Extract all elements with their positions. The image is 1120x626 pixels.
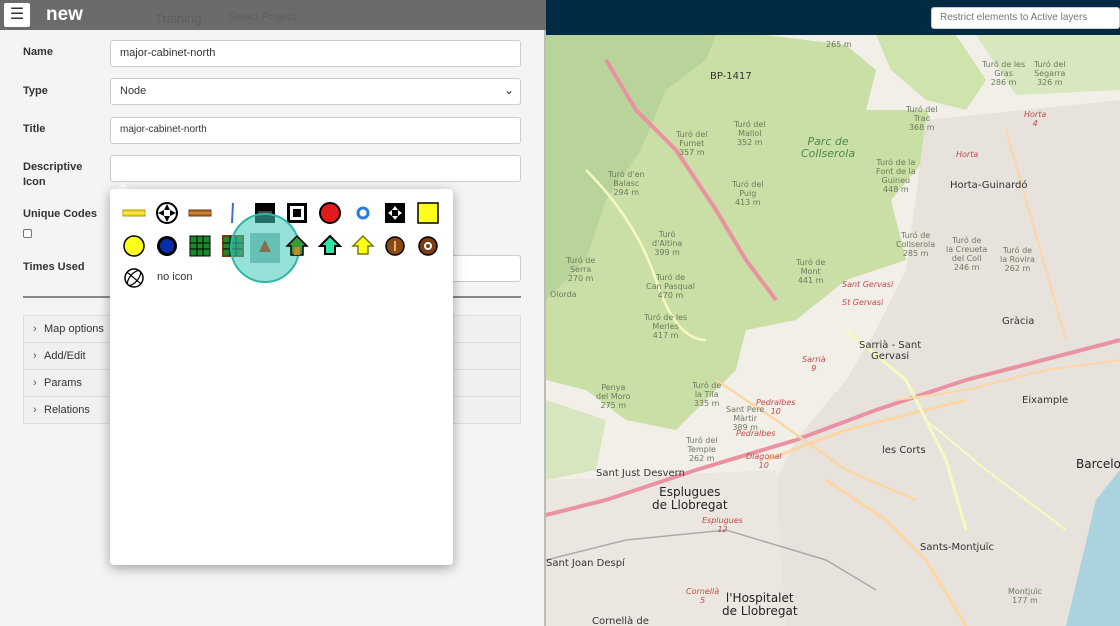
map-label: Turó del Trac 368 m xyxy=(906,105,938,132)
map-label: Cornellà de xyxy=(592,616,649,626)
name-field[interactable]: major-cabinet-north xyxy=(110,40,521,67)
map-label: Sant Joan Despí xyxy=(546,558,625,569)
blue-circle-icon[interactable] xyxy=(155,234,179,258)
panel-title: new xyxy=(46,4,83,25)
map-label: Horta 4 xyxy=(1024,110,1047,128)
map-label: Turó de la Creueta del Coll 246 m xyxy=(946,236,988,272)
map-label: Turó del Temple 262 m xyxy=(686,436,718,463)
map-label: l'Hospitalet de Llobregat xyxy=(722,591,798,618)
house-green-icon[interactable] xyxy=(285,234,309,258)
map-label: Esplugues de Llobregat xyxy=(652,485,728,512)
map-label: Cornellà 5 xyxy=(686,587,720,605)
map-label: Turó de la Rovira 262 m xyxy=(1000,246,1035,273)
red-circle-icon[interactable] xyxy=(318,201,342,225)
unique-codes-checkbox[interactable] xyxy=(23,229,32,238)
map-label: Sant Pere Màrtir 389 m xyxy=(726,405,765,432)
type-label: Type xyxy=(23,85,48,97)
map-label: Eixample xyxy=(1022,395,1069,406)
map-label: Horta xyxy=(956,150,979,159)
map-label: Turó de Mont 441 m xyxy=(796,258,826,285)
title-label: Title xyxy=(23,123,46,135)
list-menu-icon[interactable]: ☰ xyxy=(4,3,30,27)
yellow-dash-icon[interactable] xyxy=(122,201,146,225)
chevron-right-icon: › xyxy=(33,404,37,416)
accordion-label: Add/Edit xyxy=(44,350,86,362)
map-label: Sarrià - Sant Gervasi xyxy=(859,340,922,362)
blue-ring-icon[interactable] xyxy=(351,201,375,225)
title-field[interactable]: major-cabinet-north xyxy=(110,117,521,144)
tab-training[interactable]: Training xyxy=(155,11,201,26)
triangle-selected-icon[interactable] xyxy=(253,234,277,258)
map-label: Esplugues 12 xyxy=(702,516,743,534)
house-yellow-icon[interactable] xyxy=(351,234,375,258)
map-label: Pedralbes xyxy=(736,429,776,438)
accordion-label: Params xyxy=(44,377,82,389)
map-label: Turó d'en Balasc 294 m xyxy=(608,170,645,197)
map-label: BP-1417 xyxy=(710,71,752,82)
map-label: les Corts xyxy=(882,445,926,456)
brown-ring-icon[interactable] xyxy=(416,234,440,258)
map-label: Turó del Segarra 326 m xyxy=(1034,60,1066,87)
map-tiles xyxy=(546,35,1120,626)
map-label: Montjuïc 177 m xyxy=(1008,587,1042,605)
map-label: Turó del Puig 413 m xyxy=(732,180,764,207)
popup-caret xyxy=(116,182,130,189)
chevron-down-icon: ⌄ xyxy=(503,83,514,97)
map-label: Gràcia xyxy=(1002,316,1035,327)
map-label: Turó de les Gras 286 m xyxy=(982,60,1026,87)
unique-codes-label: Unique Codes xyxy=(23,208,97,220)
chevron-right-icon: › xyxy=(33,377,37,389)
chevron-right-icon: › xyxy=(33,323,37,335)
map-label: Sant Gervasi xyxy=(842,280,894,289)
map-label: Turó de Collserola 285 m xyxy=(896,231,936,258)
descriptive-icon-field[interactable] xyxy=(110,155,521,182)
crosshair-compass-icon[interactable] xyxy=(155,201,179,225)
accordion-label: Map options xyxy=(44,323,104,335)
descriptive-icon-label: Descriptive Icon xyxy=(23,161,83,188)
restrict-layers-input[interactable]: Restrict elements to Active layers xyxy=(931,7,1120,29)
map-label: Olorda xyxy=(550,290,577,299)
map-label: Penya del Moro 275 m xyxy=(596,383,631,410)
map-label: Horta-Guinardó xyxy=(950,180,1028,191)
brown-dash-icon[interactable] xyxy=(188,201,212,225)
type-select-value: Node xyxy=(120,85,147,97)
name-label: Name xyxy=(23,46,53,58)
map-view[interactable] xyxy=(546,0,1120,626)
map-label: 265 m xyxy=(826,40,852,49)
house-teal-icon[interactable] xyxy=(318,234,342,258)
type-select[interactable]: Node ⌄ xyxy=(110,78,521,105)
brown-circle-letter-icon[interactable] xyxy=(383,234,407,258)
map-label: Turó del Fumet 357 m xyxy=(676,130,708,157)
map-label: Turó d'Altina 399 m xyxy=(652,230,683,257)
map-label: Turó de Can Pasqual 470 m xyxy=(646,273,695,300)
map-label: Parc de Collserola xyxy=(801,135,856,160)
tab-select-project[interactable]: Select Project xyxy=(228,11,296,23)
arrows-square-icon[interactable] xyxy=(383,201,407,225)
yellow-square-icon[interactable] xyxy=(416,201,440,225)
accordion-label: Relations xyxy=(44,404,90,416)
map-label: Turó del Mallol 352 m xyxy=(734,120,766,147)
panel-header: ☰ new Training Select Project xyxy=(0,0,546,30)
map-label: Turó de Serra 270 m xyxy=(566,256,596,283)
green-grid-icon[interactable] xyxy=(188,234,212,258)
map-label: Sants-Montjuïc xyxy=(920,542,994,553)
map-label: Barcelo xyxy=(1076,457,1120,471)
chevron-right-icon: › xyxy=(33,350,37,362)
map-label: Turó de les Merles 417 m xyxy=(644,313,688,340)
map-label: St Gervasi xyxy=(842,298,884,307)
map-label: Turó de la Tila 335 m xyxy=(692,381,722,408)
no-icon-globe-icon[interactable] xyxy=(122,266,146,290)
no-icon-label[interactable]: no icon xyxy=(157,271,192,283)
map-label: Sarrià 9 xyxy=(802,355,826,373)
map-label: Turó de la Font de la Guineu 448 m xyxy=(876,158,916,194)
yellow-circle-icon[interactable] xyxy=(122,234,146,258)
times-used-label: Times Used xyxy=(23,261,85,273)
map-label: Sant Just Desvern xyxy=(596,468,685,479)
map-label: Diagonal 10 xyxy=(746,452,782,470)
